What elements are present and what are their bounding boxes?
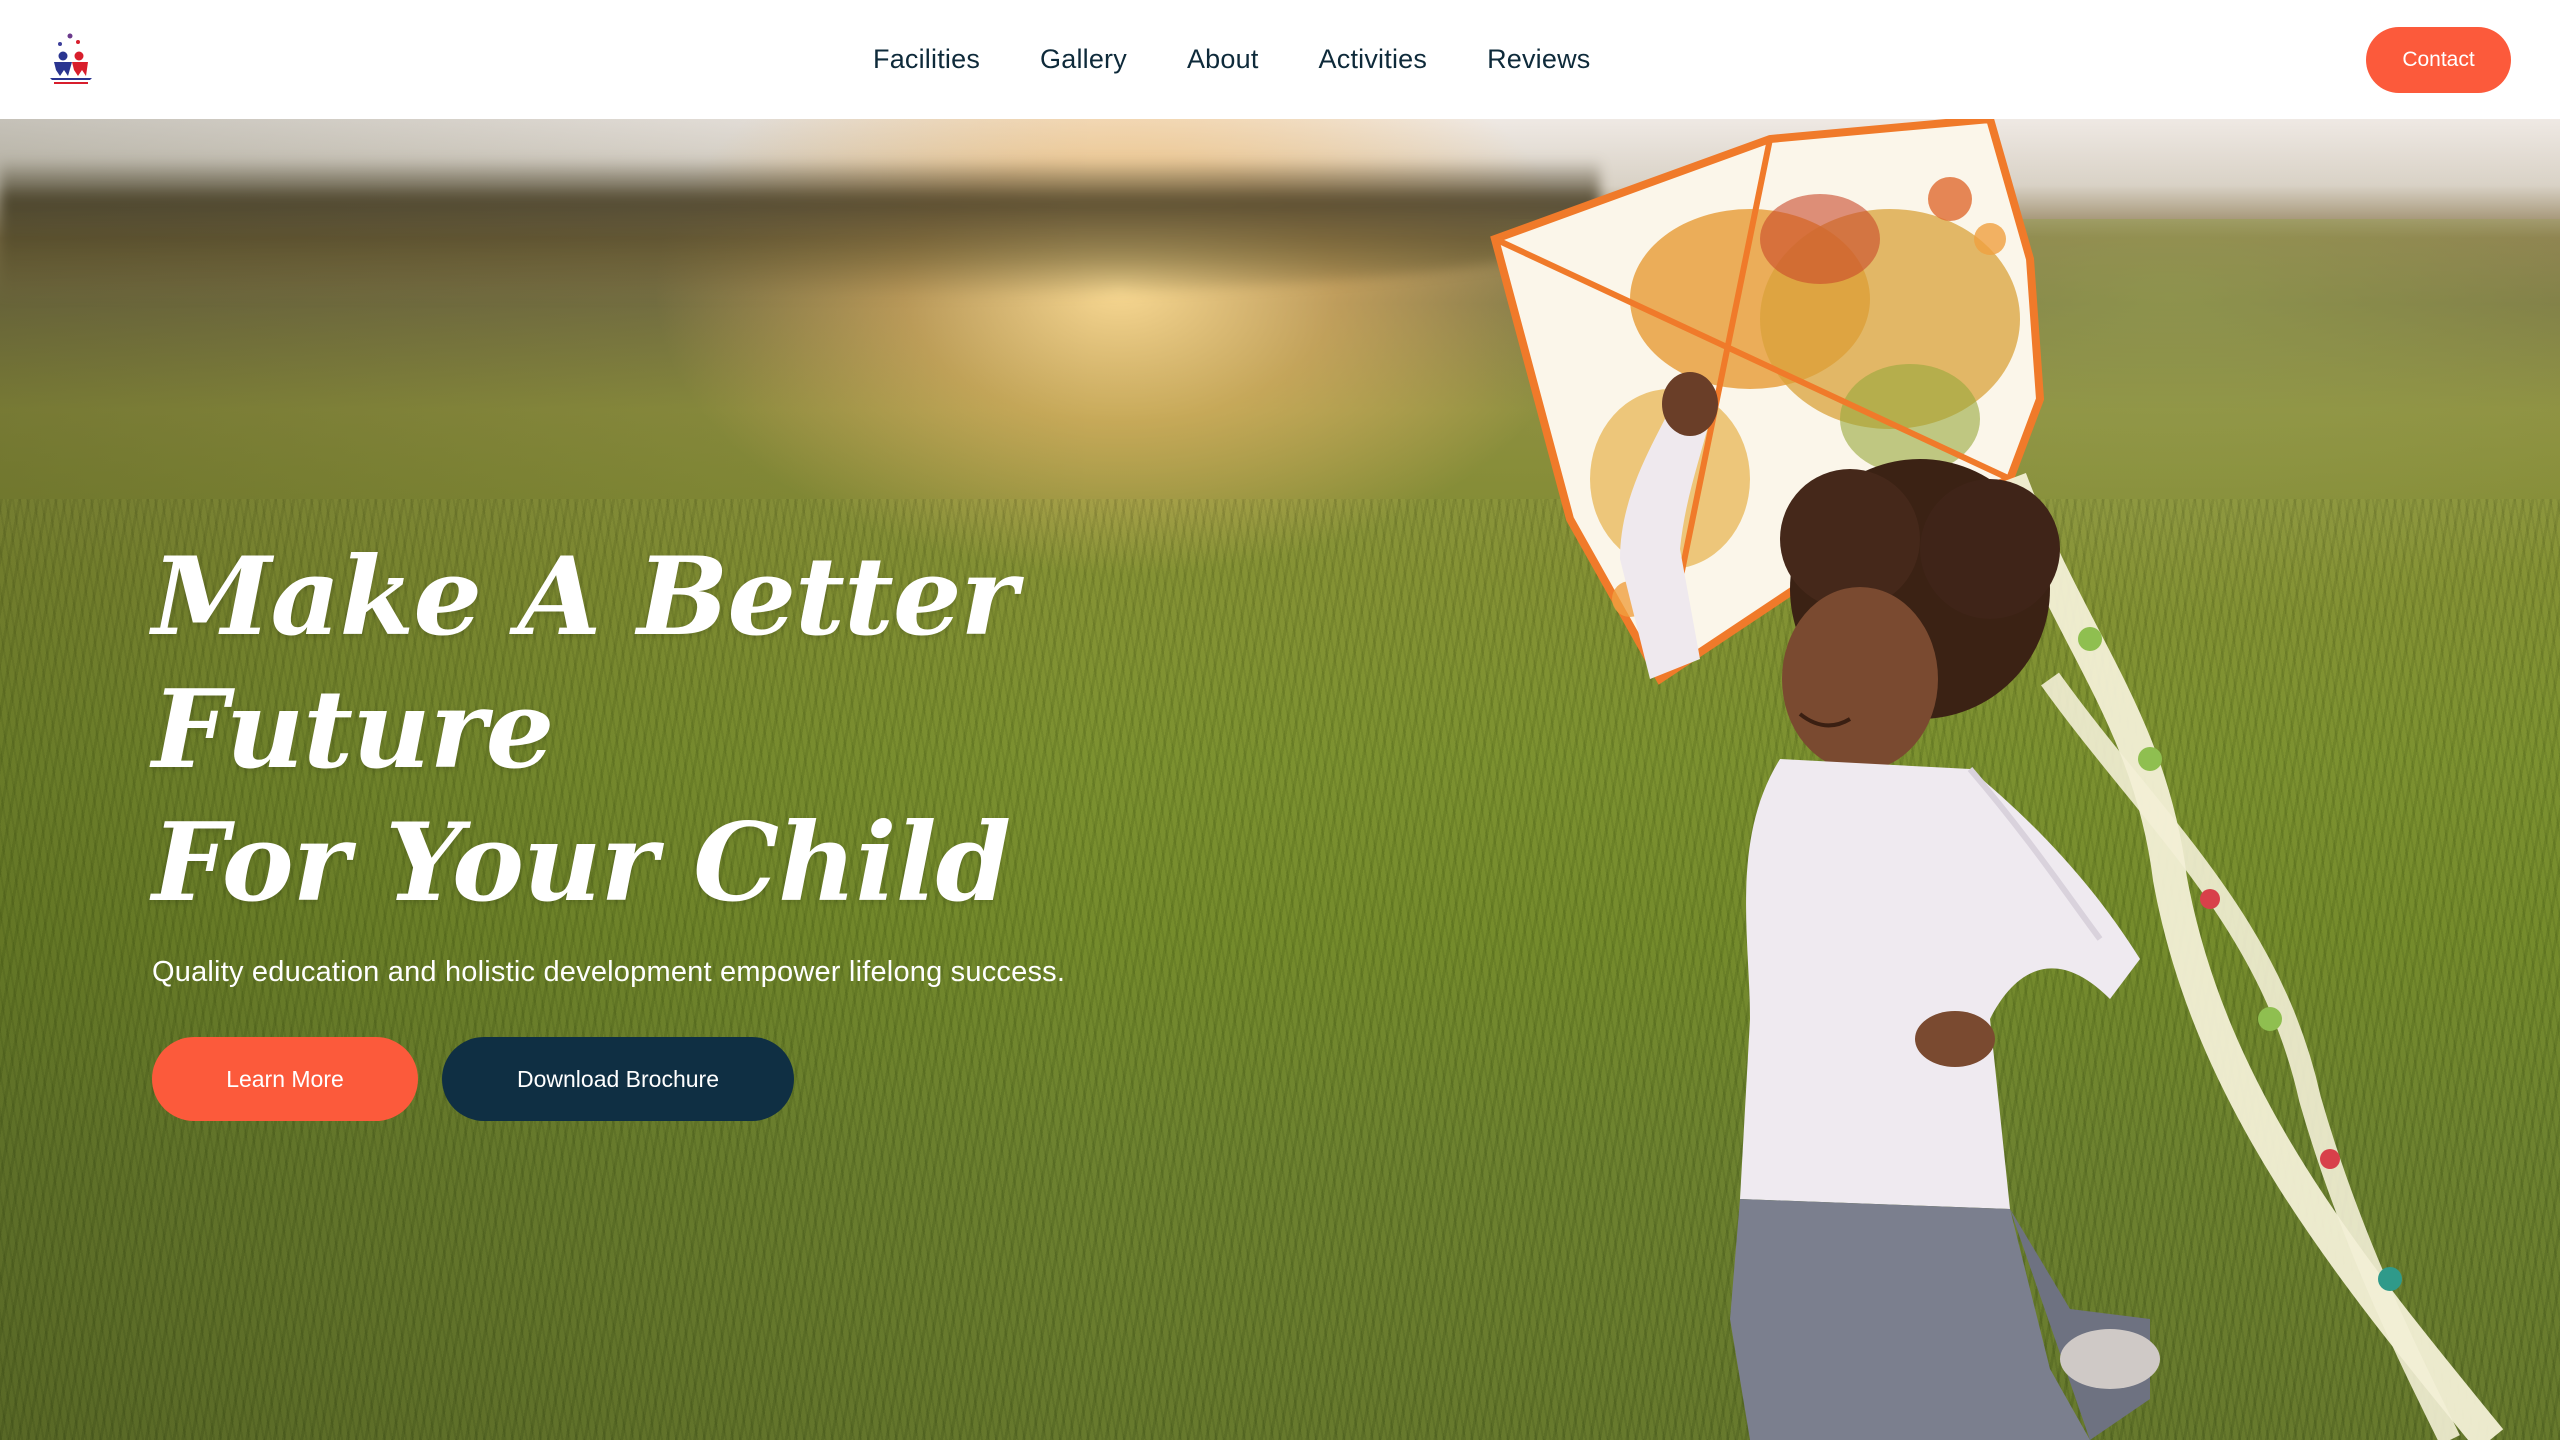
main-nav: Facilities Gallery About Activities Revi… bbox=[873, 0, 1591, 119]
hero-buttons: Learn More Download Brochure bbox=[152, 1037, 1252, 1121]
hero-subtitle: Quality education and holistic developme… bbox=[152, 956, 1066, 988]
hero-title-line2: For Your Child bbox=[152, 800, 1011, 926]
nav-reviews-link[interactable]: Reviews bbox=[1487, 44, 1590, 75]
nav-facilities-link[interactable]: Facilities bbox=[873, 44, 980, 75]
school-logo[interactable] bbox=[46, 32, 96, 88]
nav-gallery-link[interactable]: Gallery bbox=[1040, 44, 1127, 75]
hero-title-line1: Make A Better Future bbox=[152, 534, 1017, 793]
hero-content: Make A Better Future For Your Child Qual… bbox=[152, 531, 1252, 1121]
learn-more-button[interactable]: Learn More bbox=[152, 1037, 418, 1121]
download-brochure-button[interactable]: Download Brochure bbox=[442, 1037, 794, 1121]
child-with-kite-image bbox=[1490, 119, 2504, 1440]
contact-button[interactable]: Contact bbox=[2366, 27, 2511, 93]
nav-activities-link[interactable]: Activities bbox=[1319, 44, 1428, 75]
hero-title: Make A Better Future For Your Child bbox=[152, 531, 1252, 930]
nav-about-link[interactable]: About bbox=[1187, 44, 1259, 75]
top-navbar: Facilities Gallery About Activities Revi… bbox=[0, 0, 2560, 119]
logo-icon bbox=[50, 33, 92, 84]
hero-section: Make A Better Future For Your Child Qual… bbox=[0, 119, 2560, 1440]
